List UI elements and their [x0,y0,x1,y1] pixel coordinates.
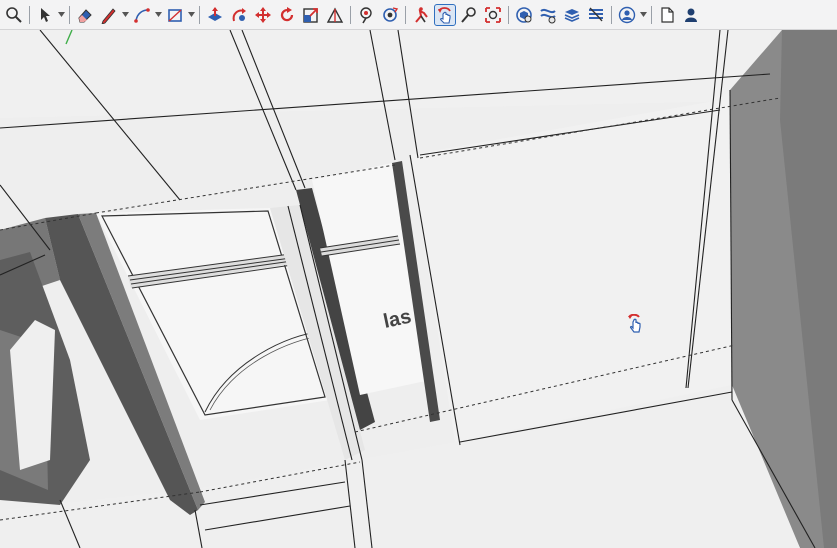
look-around-icon [381,6,399,24]
look-around-tool-button[interactable] [379,4,401,26]
chevron-down-icon[interactable] [187,4,195,26]
zoom-extents-tool-button[interactable] [482,4,504,26]
chevron-down-icon[interactable] [57,4,65,26]
model-scene: las [0,30,837,548]
new-file-tool-button[interactable] [656,4,678,26]
rotate-icon [278,6,296,24]
new-file-icon [658,6,676,24]
toolbar-separator [651,5,652,24]
user-icon [682,6,700,24]
tags-tool-button[interactable] [585,4,607,26]
chevron-down-icon[interactable] [121,4,129,26]
position-camera-icon [357,6,375,24]
push-pull-tool-button[interactable] [204,4,226,26]
account-tool-button[interactable] [616,4,638,26]
follow-me-tool-button[interactable] [228,4,250,26]
tags-icon [587,6,605,24]
toolbar-separator [508,5,509,24]
eraser-icon [76,6,94,24]
position-camera-tool-button[interactable] [355,4,377,26]
walk-icon [412,6,430,24]
move-icon [254,6,272,24]
move-tool-button[interactable] [252,4,274,26]
user-tool-button[interactable] [680,4,702,26]
components-icon [515,6,533,24]
scale-icon [302,6,320,24]
scale-tool-button[interactable] [300,4,322,26]
protractor-tool-button[interactable] [324,4,346,26]
select-arrow-icon [36,6,54,24]
zoom-icon [5,6,23,24]
rectangle-tool-button[interactable] [164,4,186,26]
protractor-icon [326,6,344,24]
eraser-tool-button[interactable] [74,4,96,26]
3d-viewport[interactable]: las [0,30,837,548]
layers-tool-button[interactable] [561,4,583,26]
styles-tool-button[interactable] [537,4,559,26]
push-pull-icon [206,6,224,24]
layers-icon [563,6,581,24]
toolbar-separator [405,5,406,24]
toolbar-separator [611,5,612,24]
rectangle-icon [166,6,184,24]
pan-icon [460,6,478,24]
rotate-tool-button[interactable] [276,4,298,26]
pencil-line-icon [100,6,118,24]
main-toolbar [0,0,837,30]
chevron-down-icon[interactable] [154,4,162,26]
chevron-down-icon[interactable] [639,4,647,26]
select-arrow-tool-button[interactable] [34,4,56,26]
pan-tool-button[interactable] [458,4,480,26]
account-icon [618,6,636,24]
toolbar-separator [350,5,351,24]
pencil-line-tool-button[interactable] [98,4,120,26]
styles-icon [539,6,557,24]
orbit-icon [436,6,454,24]
arc-icon [133,6,151,24]
orbit-tool-button[interactable] [434,3,456,26]
zoom-extents-icon [484,6,502,24]
toolbar-separator [199,5,200,24]
arc-tool-button[interactable] [131,4,153,26]
follow-me-icon [230,6,248,24]
toolbar-separator [69,5,70,24]
walk-tool-button[interactable] [410,4,432,26]
components-tool-button[interactable] [513,4,535,26]
zoom-tool-button[interactable] [3,4,25,26]
orbit-hand-cursor-icon [626,313,644,334]
toolbar-separator [29,5,30,24]
